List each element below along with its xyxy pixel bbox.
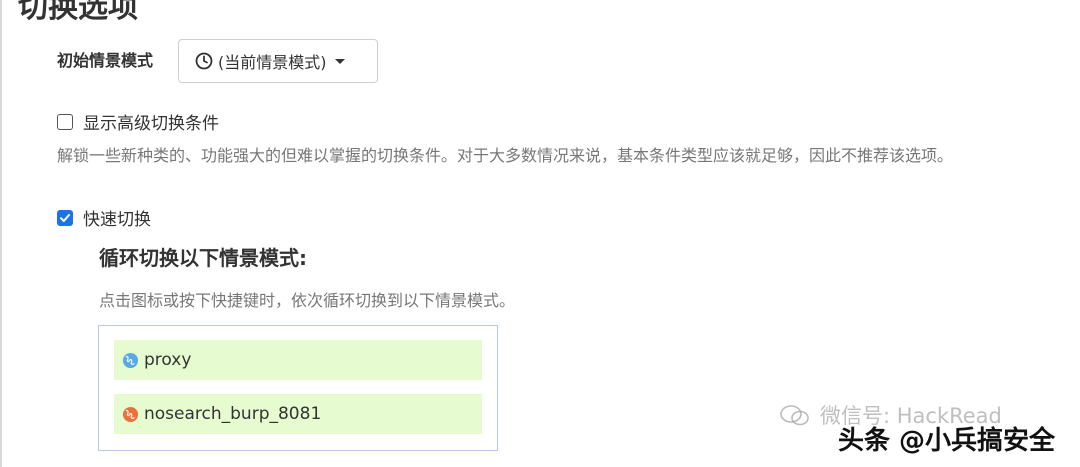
initial-profile-label: 初始情景模式 bbox=[57, 51, 154, 70]
clock-icon bbox=[195, 52, 213, 70]
profile-item-nosearch-burp[interactable]: nosearch_burp_8081 bbox=[114, 394, 482, 434]
initial-profile-selected: (当前情景模式) bbox=[218, 53, 327, 72]
globe-icon bbox=[122, 352, 139, 368]
profile-name: nosearch_burp_8081 bbox=[144, 404, 322, 424]
profile-name: proxy bbox=[144, 350, 192, 370]
quick-switch-option[interactable]: 快速切换 bbox=[57, 205, 151, 230]
advanced-conditions-label: 显示高级切换条件 bbox=[83, 114, 219, 134]
advanced-conditions-help: 解锁一些新种类的、功能强大的但难以掌握的切换条件。对于大多数情况来说，基本条件类… bbox=[57, 146, 954, 165]
cycle-profiles-title: 循环切换以下情景模式: bbox=[99, 246, 307, 270]
checkmark-icon bbox=[60, 213, 70, 222]
advanced-conditions-checkbox[interactable] bbox=[57, 113, 73, 130]
left-border bbox=[0, 0, 2, 467]
wechat-icon bbox=[780, 405, 809, 426]
caret-down-icon bbox=[334, 58, 345, 64]
profile-item-proxy[interactable]: proxy bbox=[114, 340, 482, 380]
initial-profile-dropdown[interactable]: (当前情景模式) bbox=[178, 39, 378, 83]
cycle-profiles-help: 点击图标或按下快捷键时，依次循环切换到以下情景模式。 bbox=[99, 291, 516, 310]
section-title: 切换选项 bbox=[18, 0, 138, 25]
cycle-profile-list: proxy nosearch_burp_8081 bbox=[98, 325, 498, 451]
advanced-conditions-option[interactable]: 显示高级切换条件 bbox=[57, 109, 219, 134]
globe-icon bbox=[122, 406, 139, 422]
toutiao-watermark: 头条 @小兵搞安全 bbox=[838, 426, 1056, 456]
quick-switch-checkbox[interactable] bbox=[57, 209, 73, 226]
quick-switch-label: 快速切换 bbox=[83, 210, 151, 230]
